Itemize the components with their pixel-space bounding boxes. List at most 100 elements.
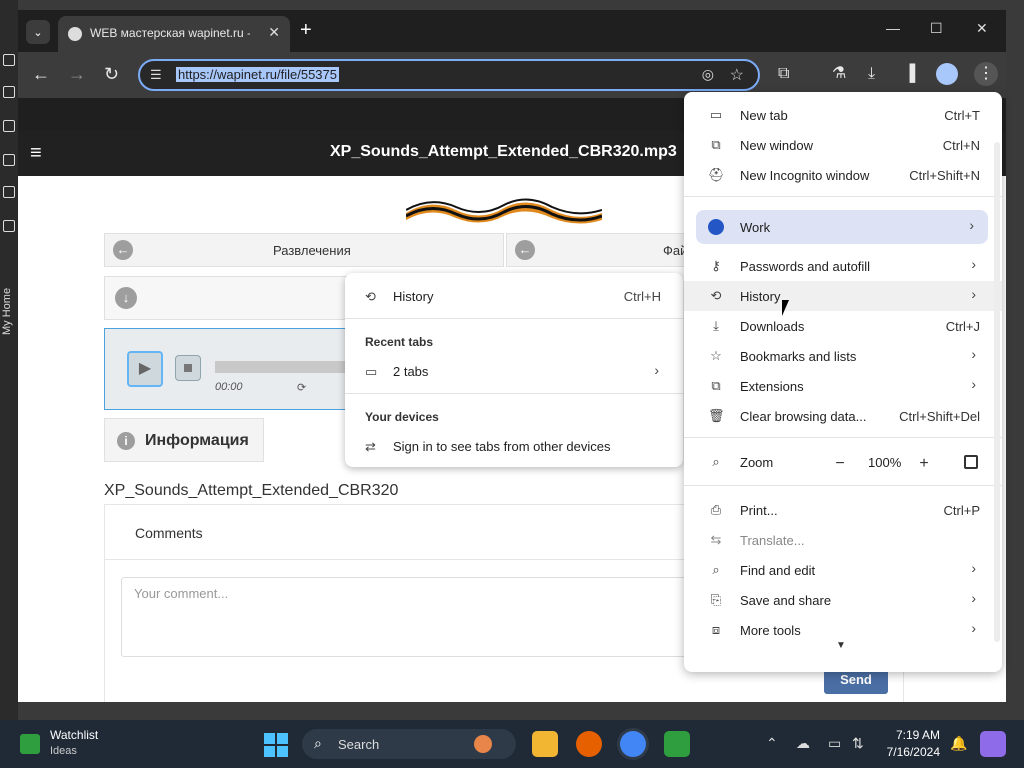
stop-icon[interactable]	[175, 355, 201, 381]
widget-subtitle[interactable]: Ideas	[50, 745, 77, 757]
desktop-app-icon[interactable]	[3, 186, 15, 198]
search-label: Search	[338, 737, 380, 752]
history-shortcut: Ctrl+H	[623, 289, 661, 304]
info-button[interactable]: i Информация	[104, 418, 264, 462]
menu-save-share[interactable]: ⎘ Save and share ›	[684, 585, 1002, 615]
menu-passwords[interactable]: ⚷ Passwords and autofill ›	[684, 251, 1002, 281]
clock-date[interactable]: 7/16/2024	[872, 745, 940, 759]
firefox-icon[interactable]	[576, 731, 602, 757]
back-arrow-icon[interactable]: ←	[32, 64, 50, 84]
clock-time[interactable]: 7:19 AM	[880, 728, 940, 742]
download-icon[interactable]: ⤓	[868, 64, 875, 84]
menu-incognito[interactable]: ⛑ New Incognito window Ctrl+Shift+N	[684, 160, 1002, 190]
seek-bar[interactable]	[215, 361, 365, 373]
menu-print[interactable]: ⎙ Print... Ctrl+P	[684, 495, 1002, 525]
play-icon[interactable]: ▶	[127, 351, 163, 387]
menu-new-window[interactable]: ⧉ New window Ctrl+N	[684, 130, 1002, 160]
copilot-icon[interactable]	[980, 731, 1006, 757]
widget-title[interactable]: Watchlist	[50, 728, 98, 742]
maximize-icon[interactable]: ☐	[930, 20, 943, 37]
zoom-magnifier-icon: ⌕	[712, 454, 720, 469]
desktop-side-label: My Home	[1, 287, 13, 335]
profile-avatar[interactable]	[936, 63, 958, 85]
profile-person-icon	[708, 219, 724, 235]
active-tab[interactable]: WEB мастерская wapinet.ru - ✕	[58, 16, 290, 52]
menu-label: Passwords and autofill	[740, 259, 871, 274]
desktop-app-icon[interactable]	[3, 220, 15, 232]
search-highlight-icon	[474, 735, 492, 753]
menu-extensions[interactable]: ⧉ Extensions ›	[684, 371, 1002, 401]
tab-close-icon[interactable]: ✕	[268, 24, 280, 41]
nav-left-label[interactable]: Развлечения	[273, 243, 351, 258]
window-close-icon[interactable]: ✕	[976, 20, 988, 37]
menu-history[interactable]: ⟲ History ›	[684, 281, 1002, 311]
menu-label: Print...	[740, 503, 778, 518]
notification-bell-icon[interactable]: 🔔	[950, 735, 967, 752]
sign-in-devices-item[interactable]: ⇄ Sign in to see tabs from other devices	[345, 431, 683, 461]
divider	[345, 393, 683, 394]
desktop-app-icon[interactable]	[3, 54, 15, 66]
file-explorer-icon[interactable]	[532, 731, 558, 757]
green-app-icon[interactable]	[664, 731, 690, 757]
url-text[interactable]: https://wapinet.ru/file/55375	[176, 67, 339, 82]
page-title: XP_Sounds_Attempt_Extended_CBR320.mp3	[330, 143, 677, 160]
menu-label: Bookmarks and lists	[740, 349, 857, 364]
desktop-app-icon[interactable]	[3, 86, 15, 98]
menu-new-tab[interactable]: ▭ New tab Ctrl+T	[684, 100, 1002, 130]
fullscreen-icon[interactable]	[964, 455, 978, 469]
desktop-side-strip: My Home	[0, 0, 18, 720]
tab-search-chevron-icon[interactable]: ⌄	[26, 20, 50, 44]
reload-icon[interactable]: ↻	[104, 64, 119, 84]
menu-shortcut: Ctrl+P	[943, 503, 980, 518]
desktop-app-icon[interactable]	[3, 120, 15, 132]
menu-downloads[interactable]: ⤓ Downloads Ctrl+J	[684, 311, 1002, 341]
address-bar[interactable]: ☰ https://wapinet.ru/file/55375 ◎ ☆	[138, 59, 760, 91]
chrome-icon[interactable]	[620, 731, 646, 757]
history-submenu-item[interactable]: ⟲ History Ctrl+H	[345, 281, 683, 311]
desktop-app-icon[interactable]	[3, 154, 15, 166]
display-icon[interactable]: ▭	[828, 735, 841, 752]
tray-chevron-up-icon[interactable]: ⌃	[766, 735, 778, 752]
new-tab-button[interactable]: +	[300, 20, 312, 40]
tab-title: WEB мастерская wapinet.ru -	[90, 26, 250, 40]
download-arrow-icon[interactable]: ↓	[115, 287, 137, 309]
forward-arrow-icon[interactable]: →	[68, 64, 86, 84]
menu-label: Work	[740, 220, 771, 235]
menu-find-edit[interactable]: ⌕ Find and edit ›	[684, 555, 1002, 585]
audio-player: ▶ 00:00 ⟳	[104, 328, 365, 410]
menu-work-profile[interactable]: Work ›	[696, 210, 988, 244]
left-arrow-icon[interactable]: ←	[515, 240, 535, 260]
hamburger-menu-icon[interactable]: ≡	[30, 143, 42, 163]
menu-translate[interactable]: ⇆ Translate...	[684, 525, 1002, 555]
taskbar-search[interactable]: ⌕ Search	[302, 729, 516, 759]
menu-shortcut: Ctrl+J	[945, 319, 980, 334]
minimize-icon[interactable]: —	[886, 20, 900, 36]
eye-off-icon[interactable]: ◎	[702, 66, 714, 83]
network-icon[interactable]: ⇅	[852, 735, 864, 752]
search-icon: ⌕	[314, 735, 322, 751]
labs-flask-icon[interactable]: ⚗	[832, 64, 846, 84]
menu-clear-data[interactable]: 🗑 Clear browsing data... Ctrl+Shift+Del	[684, 401, 1002, 431]
cloud-off-icon[interactable]: ☁	[796, 735, 810, 752]
menu-label: History	[740, 289, 781, 304]
site-info-icon[interactable]: ☰	[150, 67, 162, 83]
menu-bookmarks[interactable]: ☆ Bookmarks and lists ›	[684, 341, 1002, 371]
left-arrow-icon[interactable]: ←	[113, 240, 133, 260]
bookmark-star-icon[interactable]: ☆	[730, 65, 744, 85]
menu-scrollbar[interactable]	[994, 142, 1000, 642]
zoom-out-button[interactable]: −	[828, 453, 852, 477]
recent-tabs-item[interactable]: ▭ 2 tabs ›	[345, 356, 683, 386]
side-panel-icon[interactable]: ▐	[904, 64, 915, 84]
menu-zoom: ⌕ Zoom − 100% +	[684, 447, 1002, 477]
zoom-in-button[interactable]: +	[912, 453, 936, 477]
stock-chart-icon[interactable]	[20, 734, 40, 754]
menu-label: Clear browsing data...	[740, 409, 867, 424]
scroll-down-caret-icon[interactable]: ▼	[836, 640, 846, 651]
puzzle-icon: ⧉	[711, 378, 721, 393]
windows-start-icon[interactable]	[264, 733, 288, 757]
download-row[interactable]: ↓	[104, 276, 364, 320]
extensions-puzzle-icon[interactable]: ⧉	[778, 64, 789, 84]
chrome-menu-button[interactable]: ⋮	[974, 62, 998, 86]
loop-icon[interactable]: ⟳	[297, 381, 306, 394]
nav-back-row[interactable]: ← Развлечения	[104, 233, 504, 267]
